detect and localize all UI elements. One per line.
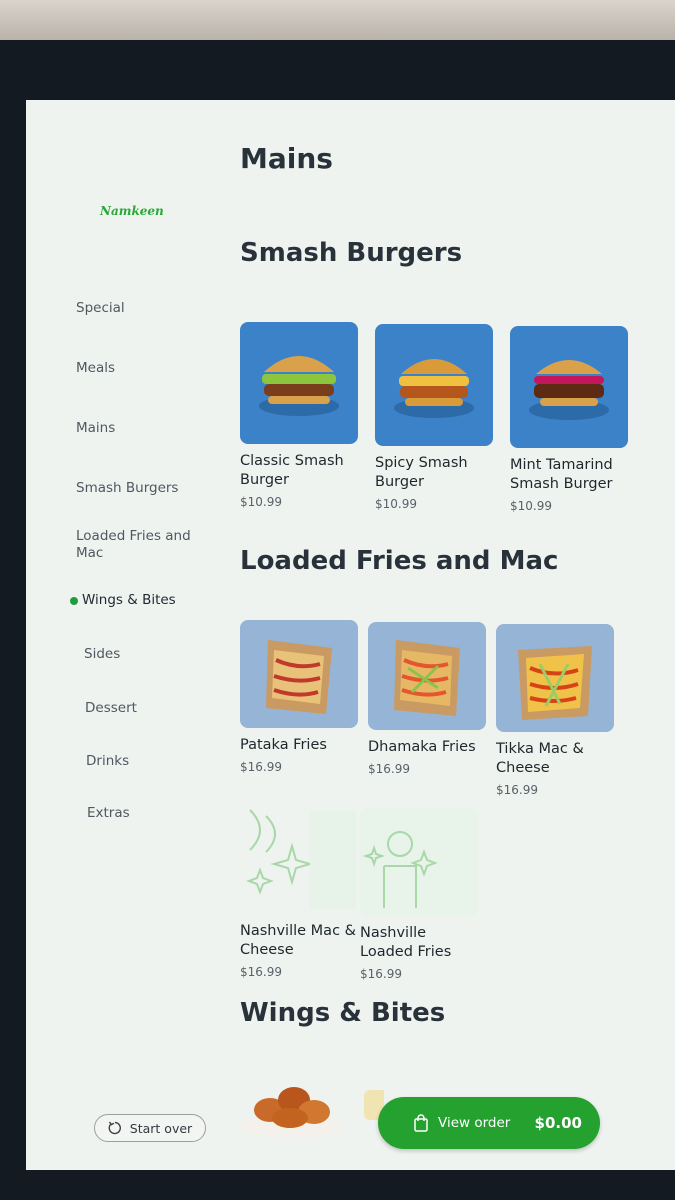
- menu-item-card[interactable]: Pataka Fries $16.99: [240, 620, 362, 774]
- fries-photo: [368, 622, 486, 730]
- item-name: Classic Smash Burger: [240, 453, 344, 488]
- menu-item-card[interactable]: Mint Tamarind Smash Burger $10.99: [510, 326, 632, 513]
- menu-item-card[interactable]: Classic Smash Burger $10.99: [240, 322, 362, 509]
- sidebar-item-label: Smash Burgers: [76, 480, 179, 496]
- placeholder-illustration: [360, 808, 478, 916]
- sidebar-item-loaded-fries-and-mac[interactable]: Loaded Fries and Mac: [76, 528, 196, 562]
- start-over-button[interactable]: Start over: [94, 1114, 206, 1142]
- sidebar-item-label: Dessert: [85, 700, 137, 716]
- order-total: $0.00: [534, 1114, 582, 1132]
- item-name: Spicy Smash Burger: [375, 455, 468, 490]
- item-name: Mint Tamarind Smash Burger: [510, 457, 613, 492]
- shopping-bag-icon: [414, 1114, 428, 1132]
- item-price: $10.99: [240, 495, 282, 509]
- sidebar-item-wings-bites[interactable]: Wings & Bites: [70, 592, 212, 609]
- fries-photo: [496, 624, 614, 732]
- sidebar-nav: Namkeen Special Meals Mains Smash Burger…: [26, 100, 226, 1170]
- sidebar-item-label: Special: [76, 300, 125, 316]
- sidebar-item-label: Meals: [76, 360, 116, 376]
- sidebar-item-label: Extras: [87, 805, 130, 821]
- brand-logo: Namkeen: [100, 204, 164, 218]
- sidebar-item-extras[interactable]: Extras: [87, 805, 217, 822]
- item-price: $16.99: [240, 965, 282, 979]
- section-title-wings-bites: Wings & Bites: [240, 998, 446, 1028]
- menu-item-card[interactable]: Spicy Smash Burger $10.99: [375, 324, 497, 511]
- item-name: Dhamaka Fries: [368, 739, 476, 755]
- sidebar-item-mains[interactable]: Mains: [76, 420, 206, 437]
- sidebar-item-meals[interactable]: Meals: [76, 360, 206, 377]
- item-price: $10.99: [510, 499, 552, 513]
- view-order-button[interactable]: View order $0.00: [378, 1097, 600, 1149]
- item-price: $16.99: [496, 783, 538, 797]
- section-title-smash-burgers: Smash Burgers: [240, 238, 463, 268]
- kiosk-bezel: [0, 0, 675, 40]
- refresh-icon: [108, 1121, 121, 1135]
- section-title-loaded-fries-and-mac: Loaded Fries and Mac: [240, 546, 559, 576]
- placeholder-illustration: [240, 806, 358, 914]
- start-over-label: Start over: [129, 1120, 193, 1136]
- sidebar-item-label: Wings & Bites: [82, 592, 176, 608]
- item-name: Tikka Mac & Cheese: [496, 741, 584, 776]
- item-price: $10.99: [375, 497, 417, 511]
- item-name: Pataka Fries: [240, 737, 327, 753]
- sidebar-item-label: Sides: [84, 646, 121, 662]
- sidebar-item-label: Drinks: [86, 753, 130, 769]
- page-title: Mains: [240, 142, 333, 175]
- sidebar-item-label: Mains: [76, 420, 116, 436]
- menu-item-card[interactable]: Nashville Mac & Cheese $16.99: [240, 806, 362, 979]
- item-price: $16.99: [360, 967, 402, 981]
- burger-photo: [510, 326, 628, 448]
- item-name: Nashville Mac & Cheese: [240, 923, 356, 958]
- item-price: $16.99: [240, 760, 282, 774]
- sidebar-item-special[interactable]: Special: [76, 300, 206, 317]
- burger-photo: [240, 322, 358, 444]
- item-price: $16.99: [368, 762, 410, 776]
- sidebar-item-dessert[interactable]: Dessert: [85, 700, 215, 717]
- sidebar-item-drinks[interactable]: Drinks: [86, 753, 216, 770]
- sidebar-item-sides[interactable]: Sides: [84, 646, 214, 663]
- sidebar-item-label: Loaded Fries and Mac: [76, 528, 191, 561]
- wings-photo[interactable]: [238, 1070, 346, 1142]
- burger-photo: [375, 324, 493, 446]
- menu-item-card[interactable]: Nashville Loaded Fries $16.99: [360, 808, 482, 981]
- fries-photo: [240, 620, 358, 728]
- menu-item-card[interactable]: Dhamaka Fries $16.99: [368, 622, 490, 776]
- kiosk-screen: Namkeen Special Meals Mains Smash Burger…: [26, 100, 675, 1170]
- active-indicator-dot: [70, 597, 78, 605]
- menu-item-card[interactable]: Tikka Mac & Cheese $16.99: [496, 624, 618, 797]
- item-name: Nashville Loaded Fries: [360, 925, 452, 960]
- view-order-label: View order: [438, 1115, 511, 1131]
- sidebar-item-smash-burgers[interactable]: Smash Burgers: [76, 480, 206, 497]
